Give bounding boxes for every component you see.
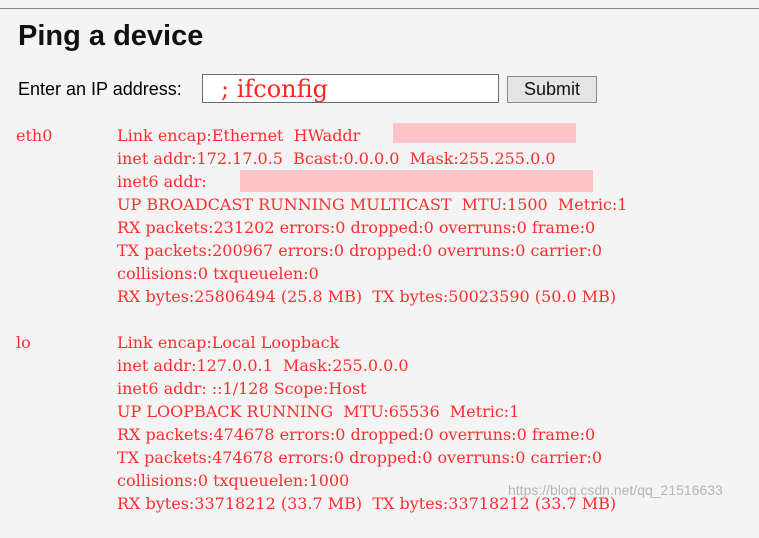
interface-name-spacer [16, 147, 117, 170]
interface-name-spacer [16, 446, 117, 469]
interface-detail: RX packets:474678 errors:0 dropped:0 ove… [117, 425, 596, 444]
interface-detail: UP BROADCAST RUNNING MULTICAST MTU:1500 … [117, 195, 628, 214]
page-title: Ping a device [18, 20, 204, 52]
interface-name-spacer [16, 354, 117, 377]
interface-detail: Link encap:Local Loopback [117, 333, 340, 352]
interface-detail: UP LOOPBACK RUNNING MTU:65536 Metric:1 [117, 402, 520, 421]
interface-detail: collisions:0 txqueuelen:0 [117, 264, 319, 283]
redacted-inet6-address [240, 170, 593, 192]
interface-name: lo [16, 333, 31, 352]
interface-name-spacer [16, 170, 117, 193]
interface-name-spacer [16, 423, 117, 446]
interface-name-spacer [16, 469, 117, 492]
interface-name-spacer [16, 262, 117, 285]
submit-button[interactable]: Submit [507, 76, 597, 103]
output-line: lo Link encap:Local Loopback [16, 331, 627, 354]
redacted-hwaddr [393, 123, 576, 143]
output-line: collisions:0 txqueuelen:0 [16, 262, 627, 285]
ip-address-input[interactable] [202, 74, 499, 103]
interface-name-spacer [16, 239, 117, 262]
interface-name-spacer [16, 400, 117, 423]
output-line: UP LOOPBACK RUNNING MTU:65536 Metric:1 [16, 400, 627, 423]
interface-detail: RX bytes:25806494 (25.8 MB) TX bytes:500… [117, 287, 617, 306]
interface-name-spacer [16, 216, 117, 239]
output-line: TX packets:474678 errors:0 dropped:0 ove… [16, 446, 627, 469]
output-line: RX packets:474678 errors:0 dropped:0 ove… [16, 423, 627, 446]
interface-name: eth0 [16, 126, 53, 145]
interface-name-spacer [16, 193, 117, 216]
output-line: inet6 addr: ::1/128 Scope:Host [16, 377, 627, 400]
watermark-text: https://blog.csdn.net/qq_21516633 [508, 482, 723, 498]
interface-detail: RX packets:231202 errors:0 dropped:0 ove… [117, 218, 596, 237]
output-line: inet addr:172.17.0.5 Bcast:0.0.0.0 Mask:… [16, 147, 627, 170]
interface-detail: inet6 addr: ::1/128 Scope:Host [117, 379, 367, 398]
interface-block-eth0: eth0 Link encap:Ethernet HWaddr inet add… [16, 124, 627, 308]
interface-detail: inet6 addr: [117, 172, 212, 191]
interface-detail: inet addr:127.0.0.1 Mask:255.0.0.0 [117, 356, 409, 375]
output-line: UP BROADCAST RUNNING MULTICAST MTU:1500 … [16, 193, 627, 216]
interface-name-spacer [16, 377, 117, 400]
interface-detail: TX packets:200967 errors:0 dropped:0 ove… [117, 241, 603, 260]
interface-name-spacer [16, 492, 117, 515]
top-divider [0, 0, 759, 9]
output-line: RX bytes:25806494 (25.8 MB) TX bytes:500… [16, 285, 627, 308]
interface-name-spacer [16, 285, 117, 308]
output-line: RX packets:231202 errors:0 dropped:0 ove… [16, 216, 627, 239]
interface-detail: collisions:0 txqueuelen:1000 [117, 471, 350, 490]
ip-address-label: Enter an IP address: [18, 79, 182, 99]
ping-form: Enter an IP address: Submit [18, 74, 758, 104]
interface-detail: inet addr:172.17.0.5 Bcast:0.0.0.0 Mask:… [117, 149, 556, 168]
output-line: TX packets:200967 errors:0 dropped:0 ove… [16, 239, 627, 262]
interface-detail: TX packets:474678 errors:0 dropped:0 ove… [117, 448, 603, 467]
output-line: inet addr:127.0.0.1 Mask:255.0.0.0 [16, 354, 627, 377]
interface-detail: Link encap:Ethernet HWaddr [117, 126, 366, 145]
